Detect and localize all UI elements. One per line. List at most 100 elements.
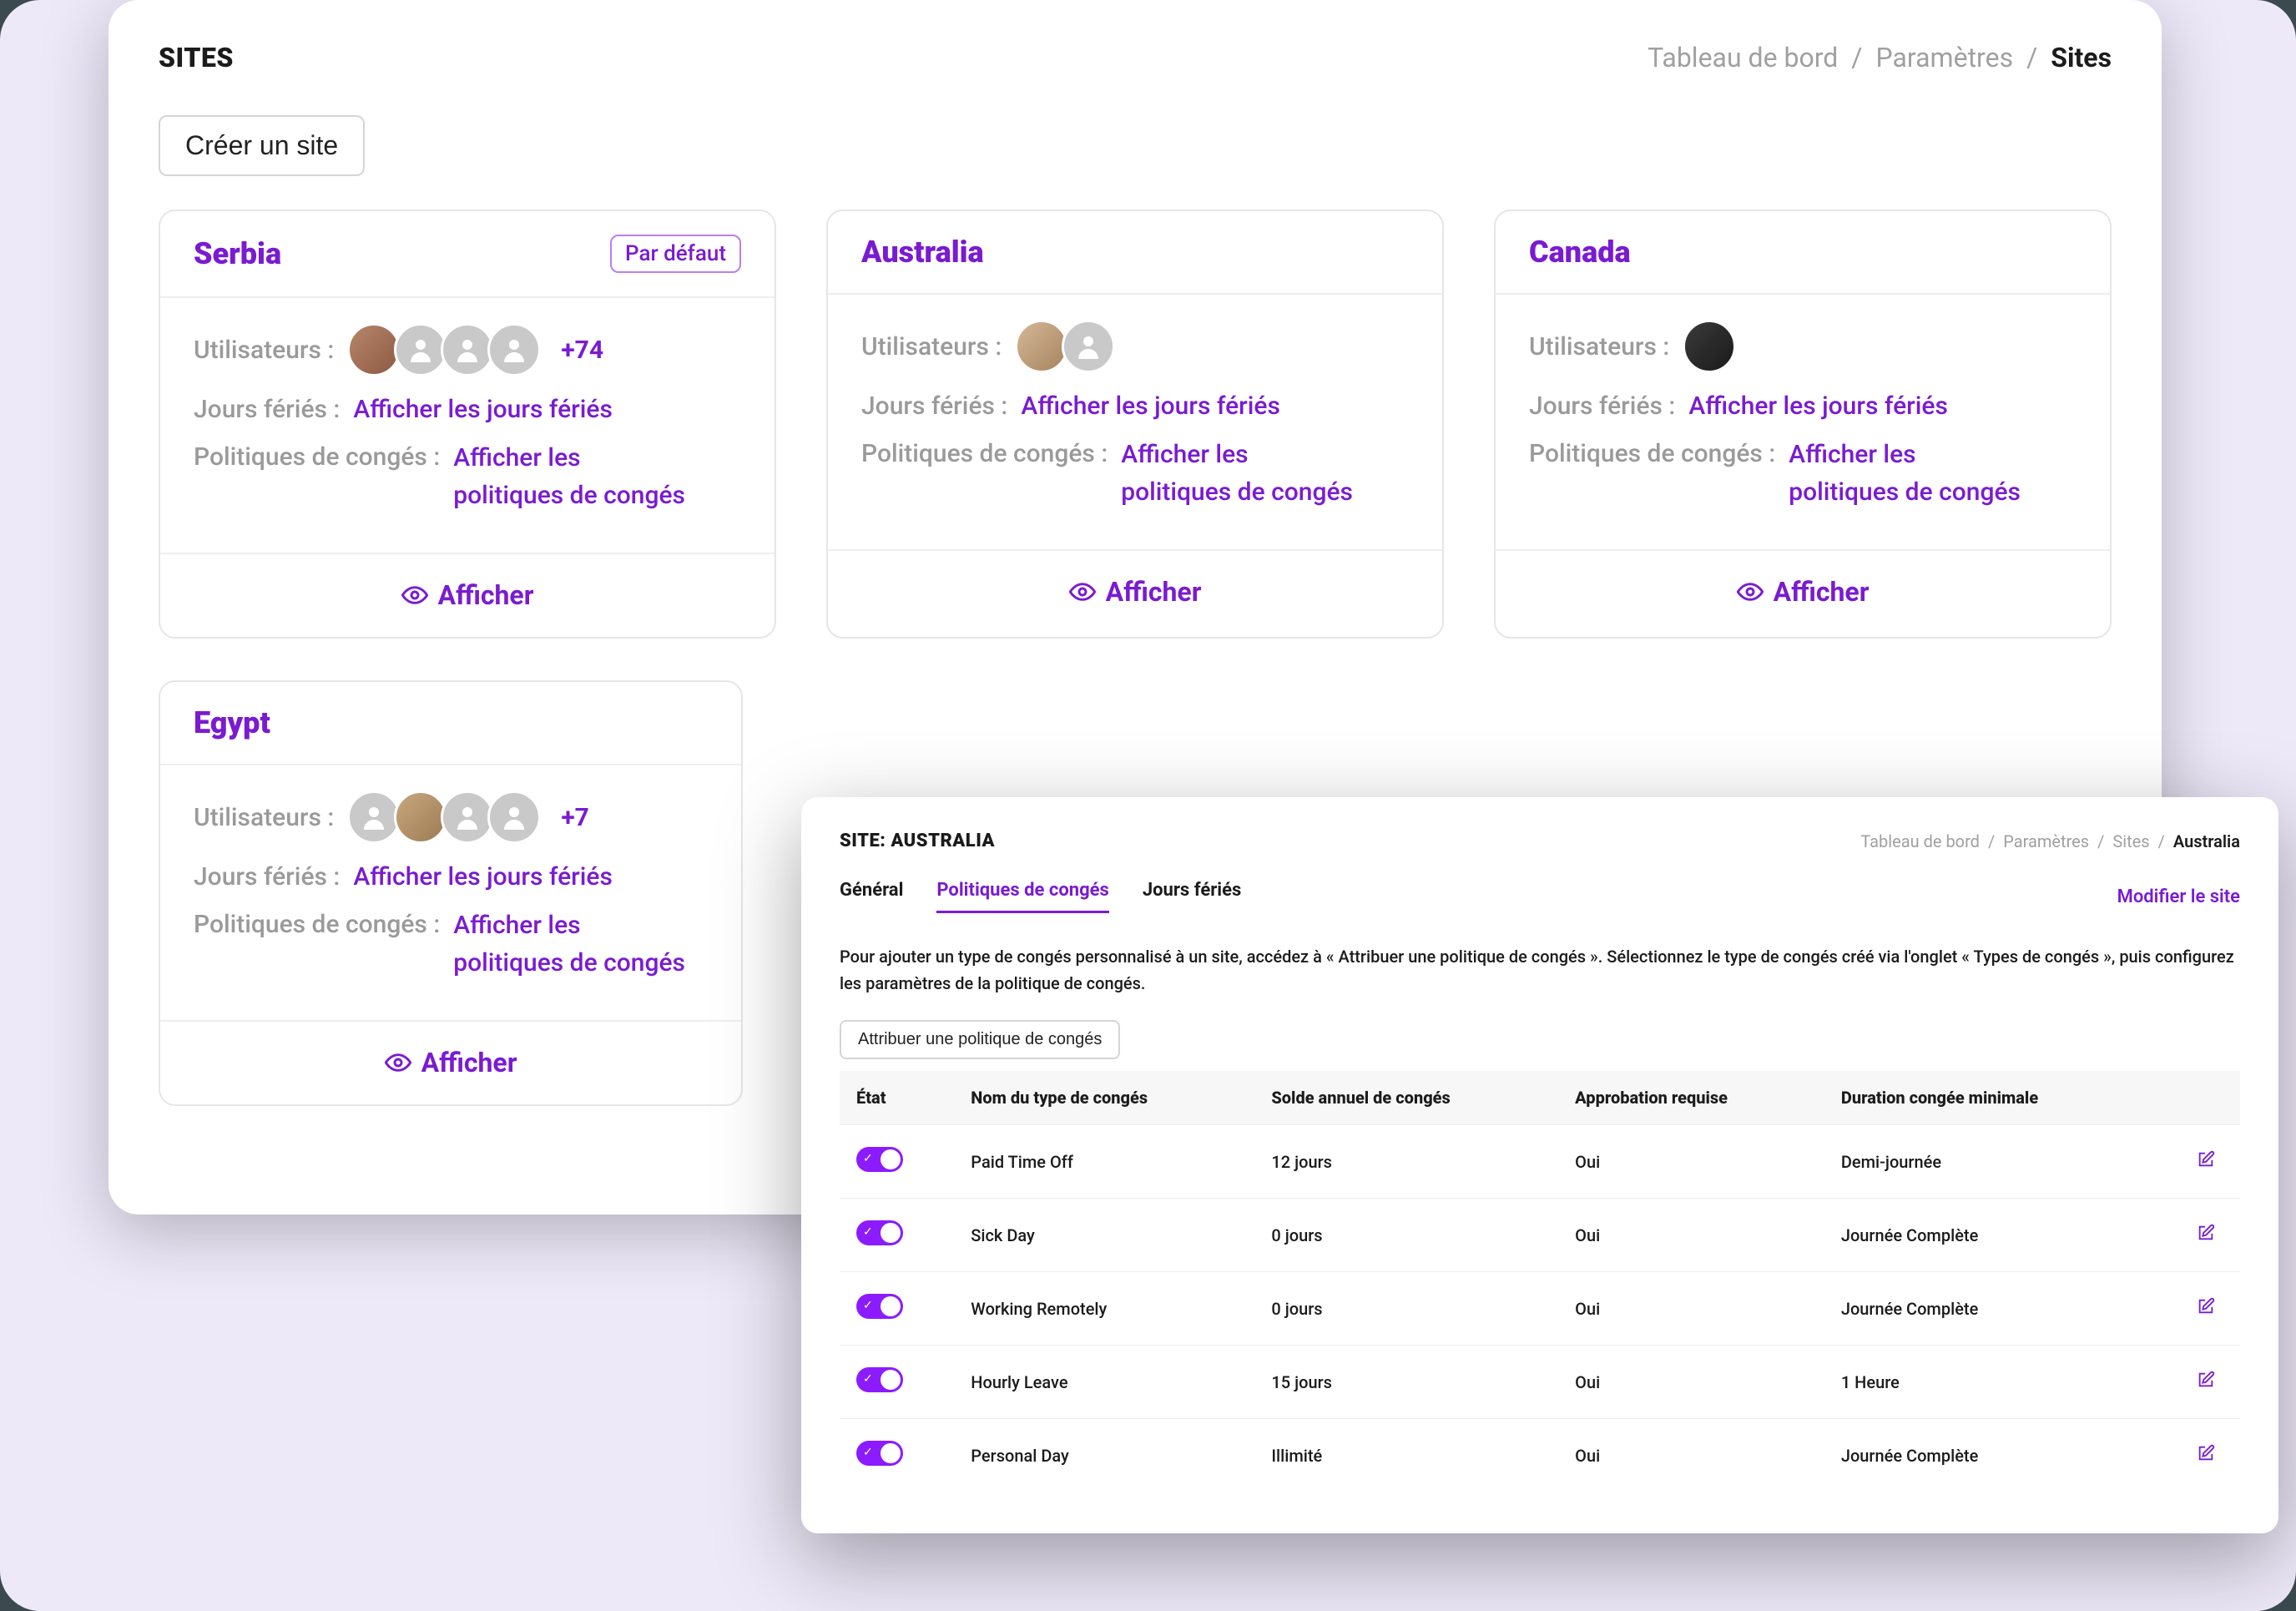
site-card-body: Utilisateurs : +7 Jours fériés : Affiche… bbox=[160, 765, 741, 1020]
avatar-placeholder-icon[interactable] bbox=[441, 323, 494, 376]
eye-icon bbox=[401, 582, 428, 609]
site-detail-panel: SITE: AUSTRALIA Tableau de bord / Paramè… bbox=[801, 797, 2278, 1533]
main-header: SITES Tableau de bord / Paramètres / Sit… bbox=[159, 42, 2112, 73]
state-toggle[interactable]: ✓ bbox=[856, 1220, 903, 1245]
tab-general[interactable]: Général bbox=[840, 880, 903, 913]
breadcrumb-item[interactable]: Tableau de bord bbox=[1860, 831, 1980, 851]
cell-approval: Oui bbox=[1558, 1272, 1824, 1346]
breadcrumb-sep: / bbox=[2158, 831, 2165, 851]
edit-icon[interactable] bbox=[2197, 1371, 2215, 1389]
cell-min-duration: Journée Complète bbox=[1824, 1272, 2154, 1346]
users-label: Utilisateurs : bbox=[1529, 332, 1669, 361]
edit-icon[interactable] bbox=[2197, 1150, 2215, 1169]
show-holidays-link[interactable]: Afficher les jours fériés bbox=[353, 395, 613, 424]
view-site-link[interactable]: Afficher bbox=[1737, 576, 1870, 608]
avatar-placeholder-icon[interactable] bbox=[1062, 320, 1115, 373]
users-row: Utilisateurs : bbox=[1529, 320, 2076, 373]
edit-icon[interactable] bbox=[2197, 1224, 2215, 1242]
cell-min-duration: Journée Complète bbox=[1824, 1419, 2154, 1492]
site-card-footer: Afficher bbox=[828, 549, 1442, 634]
site-name[interactable]: Australia bbox=[861, 235, 984, 270]
site-card-body: Utilisateurs : Jours fériés : Afficher l… bbox=[1496, 295, 2110, 549]
site-card-header: Egypt bbox=[160, 682, 741, 765]
avatar-photo[interactable] bbox=[1683, 320, 1736, 373]
state-toggle[interactable]: ✓ bbox=[856, 1441, 903, 1466]
show-policies-link[interactable]: Afficher les politiques de congés bbox=[453, 439, 687, 514]
edit-icon[interactable] bbox=[2197, 1297, 2215, 1316]
users-overflow[interactable]: +7 bbox=[561, 803, 589, 832]
avatar-placeholder-icon[interactable] bbox=[487, 323, 541, 376]
help-text: Pour ajouter un type de congés personnal… bbox=[840, 943, 2240, 997]
check-icon: ✓ bbox=[863, 1225, 873, 1239]
tab-politiques-de-conges[interactable]: Politiques de congés bbox=[936, 880, 1108, 913]
create-site-button[interactable]: Créer un site bbox=[159, 115, 365, 176]
state-toggle[interactable]: ✓ bbox=[856, 1294, 903, 1319]
modify-site-link[interactable]: Modifier le site bbox=[2117, 886, 2240, 907]
avatar-list bbox=[1015, 320, 1115, 373]
eye-icon bbox=[1737, 578, 1764, 605]
view-site-link[interactable]: Afficher bbox=[401, 579, 534, 611]
show-policies-link[interactable]: Afficher les politiques de congés bbox=[1789, 436, 2022, 511]
view-label: Afficher bbox=[438, 579, 534, 611]
show-policies-link[interactable]: Afficher les politiques de congés bbox=[453, 907, 687, 982]
state-toggle[interactable]: ✓ bbox=[856, 1147, 903, 1172]
show-policies-link[interactable]: Afficher les politiques de congés bbox=[1121, 436, 1355, 511]
show-holidays-link[interactable]: Afficher les jours fériés bbox=[1021, 391, 1280, 421]
breadcrumb-item[interactable]: Paramètres bbox=[1876, 42, 2014, 73]
edit-icon[interactable] bbox=[2197, 1444, 2215, 1462]
users-label: Utilisateurs : bbox=[861, 332, 1002, 361]
detail-title: SITE: AUSTRALIA bbox=[840, 831, 995, 851]
toggle-knob bbox=[881, 1370, 901, 1390]
policies-row: Politiques de congés : Afficher les poli… bbox=[1529, 439, 2076, 511]
cell-balance: 0 jours bbox=[1254, 1199, 1558, 1272]
show-holidays-link[interactable]: Afficher les jours fériés bbox=[353, 862, 613, 891]
breadcrumb-item[interactable]: Tableau de bord bbox=[1648, 42, 1838, 73]
holidays-label: Jours fériés : bbox=[194, 862, 340, 891]
avatar-list bbox=[347, 790, 541, 844]
table-row: ✓Sick Day0 joursOuiJournée Complète bbox=[840, 1199, 2240, 1272]
breadcrumb-item-current: Sites bbox=[2051, 42, 2112, 73]
check-icon: ✓ bbox=[863, 1372, 873, 1386]
table-row: ✓Paid Time Off12 joursOuiDemi-journée bbox=[840, 1125, 2240, 1199]
toggle-knob bbox=[881, 1296, 901, 1316]
site-name[interactable]: Egypt bbox=[194, 705, 270, 740]
eye-icon bbox=[385, 1049, 411, 1076]
avatar-photo[interactable] bbox=[394, 790, 447, 844]
eye-icon bbox=[1069, 578, 1096, 605]
site-name[interactable]: Canada bbox=[1529, 235, 1631, 270]
default-badge: Par défaut bbox=[610, 235, 741, 273]
site-name[interactable]: Serbia bbox=[194, 236, 281, 271]
users-row: Utilisateurs : bbox=[861, 320, 1409, 373]
cell-balance: 15 jours bbox=[1254, 1346, 1558, 1419]
table-row: ✓Hourly Leave15 joursOui1 Heure bbox=[840, 1346, 2240, 1419]
avatar-photo[interactable] bbox=[1015, 320, 1068, 373]
view-site-link[interactable]: Afficher bbox=[385, 1047, 517, 1078]
toggle-knob bbox=[881, 1443, 901, 1463]
avatar-placeholder-icon[interactable] bbox=[347, 790, 401, 844]
check-icon: ✓ bbox=[863, 1299, 873, 1312]
cell-balance: 12 jours bbox=[1254, 1125, 1558, 1199]
tab-jours-feries[interactable]: Jours fériés bbox=[1143, 880, 1241, 913]
show-holidays-link[interactable]: Afficher les jours fériés bbox=[1688, 391, 1948, 421]
breadcrumb-item[interactable]: Sites bbox=[2112, 831, 2149, 851]
site-card-header: Australia bbox=[828, 211, 1442, 295]
state-toggle[interactable]: ✓ bbox=[856, 1367, 903, 1392]
assign-policy-button[interactable]: Attribuer une politique de congés bbox=[840, 1020, 1120, 1059]
site-card-body: Utilisateurs : Jours fériés : Afficher l… bbox=[828, 295, 1442, 549]
view-site-link[interactable]: Afficher bbox=[1069, 576, 1202, 608]
avatar-placeholder-icon[interactable] bbox=[394, 323, 447, 376]
cell-min-duration: 1 Heure bbox=[1824, 1346, 2154, 1419]
avatar-placeholder-icon[interactable] bbox=[487, 790, 541, 844]
users-row: Utilisateurs : +74 bbox=[194, 323, 741, 376]
breadcrumb-sep: / bbox=[2097, 831, 2104, 851]
table-row: ✓Working Remotely0 joursOuiJournée Compl… bbox=[840, 1272, 2240, 1346]
detail-breadcrumb: Tableau de bord / Paramètres / Sites / A… bbox=[1860, 831, 2240, 851]
cell-name: Working Remotely bbox=[954, 1272, 1254, 1346]
toggle-knob bbox=[881, 1223, 901, 1243]
cell-name: Personal Day bbox=[954, 1419, 1254, 1492]
avatar-placeholder-icon[interactable] bbox=[441, 790, 494, 844]
users-overflow[interactable]: +74 bbox=[561, 336, 603, 365]
policies-label: Politiques de congés : bbox=[194, 442, 440, 472]
breadcrumb-item[interactable]: Paramètres bbox=[2003, 831, 2089, 851]
avatar-photo[interactable] bbox=[347, 323, 401, 376]
